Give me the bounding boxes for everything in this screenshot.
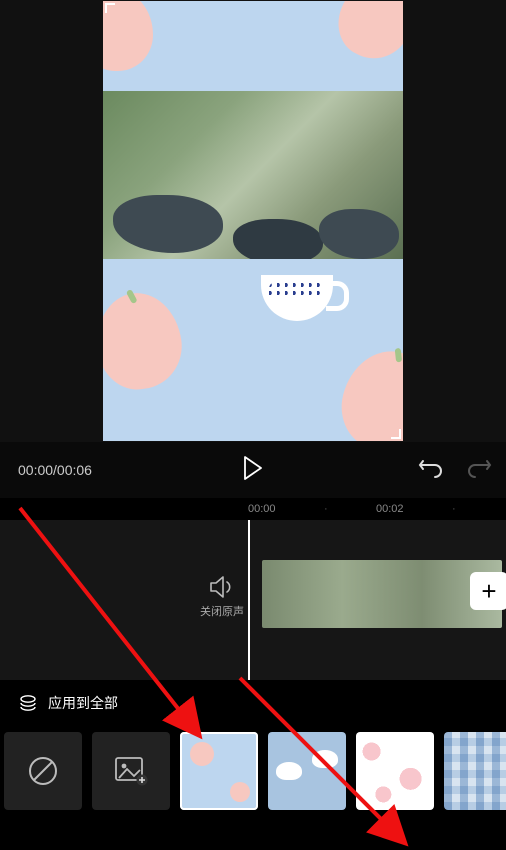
peach-shape xyxy=(327,1,403,70)
background-thumb-hearts[interactable] xyxy=(356,732,434,810)
peach-shape xyxy=(332,342,403,441)
plus-icon: + xyxy=(481,576,496,607)
selection-corner-br[interactable] xyxy=(391,429,401,439)
mute-original-audio-button[interactable]: 关闭原声 xyxy=(200,575,244,619)
ruler-tick-label: 00:00 xyxy=(248,503,276,515)
mute-label: 关闭原声 xyxy=(200,606,244,618)
selection-corner-tl[interactable] xyxy=(105,3,115,13)
image-add-icon xyxy=(114,756,148,786)
preview-canvas[interactable] xyxy=(103,1,403,441)
timecode: 00:00/00:06 xyxy=(18,462,92,478)
teacup-shape xyxy=(261,275,333,321)
playhead[interactable] xyxy=(248,520,250,680)
background-import-button[interactable] xyxy=(92,732,170,810)
background-none-button[interactable] xyxy=(4,732,82,810)
apply-to-all-button[interactable]: 应用到全部 xyxy=(0,680,506,726)
playback-bar: 00:00/00:06 xyxy=(0,442,506,498)
redo-icon xyxy=(466,457,492,479)
peach-shape xyxy=(103,288,187,395)
play-button[interactable] xyxy=(243,456,263,485)
play-icon xyxy=(243,456,263,480)
apply-to-all-label: 应用到全部 xyxy=(48,693,118,713)
background-thumb-peaches[interactable] xyxy=(180,732,258,810)
speaker-icon xyxy=(209,575,235,599)
timeline-ruler[interactable]: 00:00 · 00:02 · xyxy=(0,498,506,520)
canvas-background-bottom xyxy=(103,259,403,441)
layers-icon xyxy=(18,693,38,713)
prohibit-icon xyxy=(26,754,60,788)
ruler-tick-label: 00:02 xyxy=(376,503,404,515)
redo-button[interactable] xyxy=(466,457,492,484)
background-thumbnail-strip[interactable] xyxy=(0,726,506,816)
undo-icon xyxy=(418,457,444,479)
video-clip[interactable] xyxy=(262,560,502,628)
background-thumb-swans[interactable] xyxy=(268,732,346,810)
preview-area xyxy=(0,0,506,442)
background-thumb-plaid[interactable] xyxy=(444,732,506,810)
timeline-area[interactable]: 关闭原声 + xyxy=(0,520,506,680)
undo-button[interactable] xyxy=(418,457,444,484)
add-clip-button[interactable]: + xyxy=(470,572,506,610)
video-frame xyxy=(103,91,403,261)
